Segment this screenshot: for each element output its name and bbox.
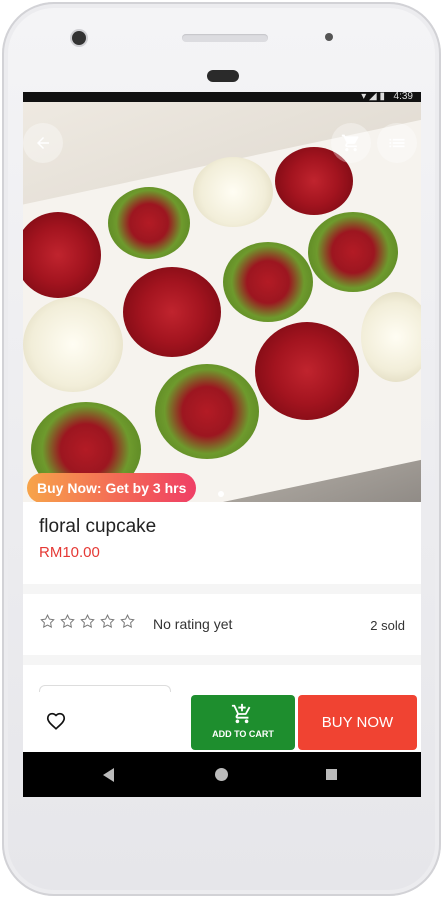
cupcake [108, 187, 190, 259]
status-bar: ▾ ◢ ▮ 4:39 [23, 92, 421, 102]
delivery-badge: Buy Now: Get by 3 hrs [27, 473, 197, 502]
cupcake [255, 322, 359, 420]
carousel-dot-active [218, 491, 224, 497]
add-to-cart-label: ADD TO CART [212, 729, 274, 739]
cupcake [193, 157, 273, 227]
top-sensor [207, 70, 239, 82]
add-cart-icon [231, 703, 251, 724]
cupcake [223, 242, 313, 322]
status-time: 4:39 [393, 92, 413, 102]
sold-count: 2 sold [370, 618, 405, 633]
section-divider [23, 655, 421, 665]
section-divider [23, 584, 421, 594]
product-price: RM10.00 [39, 544, 100, 561]
star-outline-icon [80, 613, 95, 629]
cupcake [23, 297, 123, 392]
back-button[interactable] [23, 123, 63, 163]
product-image-carousel[interactable]: Buy Now: Get by 3 hrs [23, 102, 421, 502]
product-title: floral cupcake [39, 516, 157, 537]
rating-text: No rating yet [153, 616, 233, 632]
status-icons: ▾ ◢ ▮ [361, 92, 385, 102]
cupcake [123, 267, 221, 357]
star-outline-icon [60, 613, 75, 629]
nav-back-icon[interactable] [103, 768, 114, 782]
cart-icon [341, 134, 359, 152]
android-nav-bar [23, 752, 421, 797]
nav-home-icon[interactable] [215, 768, 228, 781]
add-to-cart-button[interactable]: ADD TO CART [191, 695, 295, 750]
earpiece-speaker [182, 34, 268, 42]
nav-recents-icon[interactable] [326, 769, 337, 780]
menu-button[interactable] [377, 123, 417, 163]
heart-icon[interactable] [45, 710, 67, 732]
arrow-left-icon [37, 137, 49, 149]
list-menu-icon [389, 138, 405, 148]
star-outline-icon [100, 613, 115, 629]
rating-row: No rating yet 2 sold [39, 613, 405, 637]
front-camera [72, 31, 86, 45]
star-outline-icon [40, 613, 55, 629]
rating-stars [39, 613, 136, 630]
proximity-sensor [325, 33, 333, 41]
cupcake [155, 364, 259, 459]
star-outline-icon [120, 613, 135, 629]
buy-now-button[interactable]: BUY NOW [298, 695, 417, 750]
cart-button[interactable] [331, 123, 371, 163]
cupcake [308, 212, 398, 292]
bottom-action-bar: ADD TO CART BUY NOW [23, 692, 421, 752]
app-screen: ▾ ◢ ▮ 4:39 Buy Now: Get by 3 hrs floral … [23, 92, 421, 797]
